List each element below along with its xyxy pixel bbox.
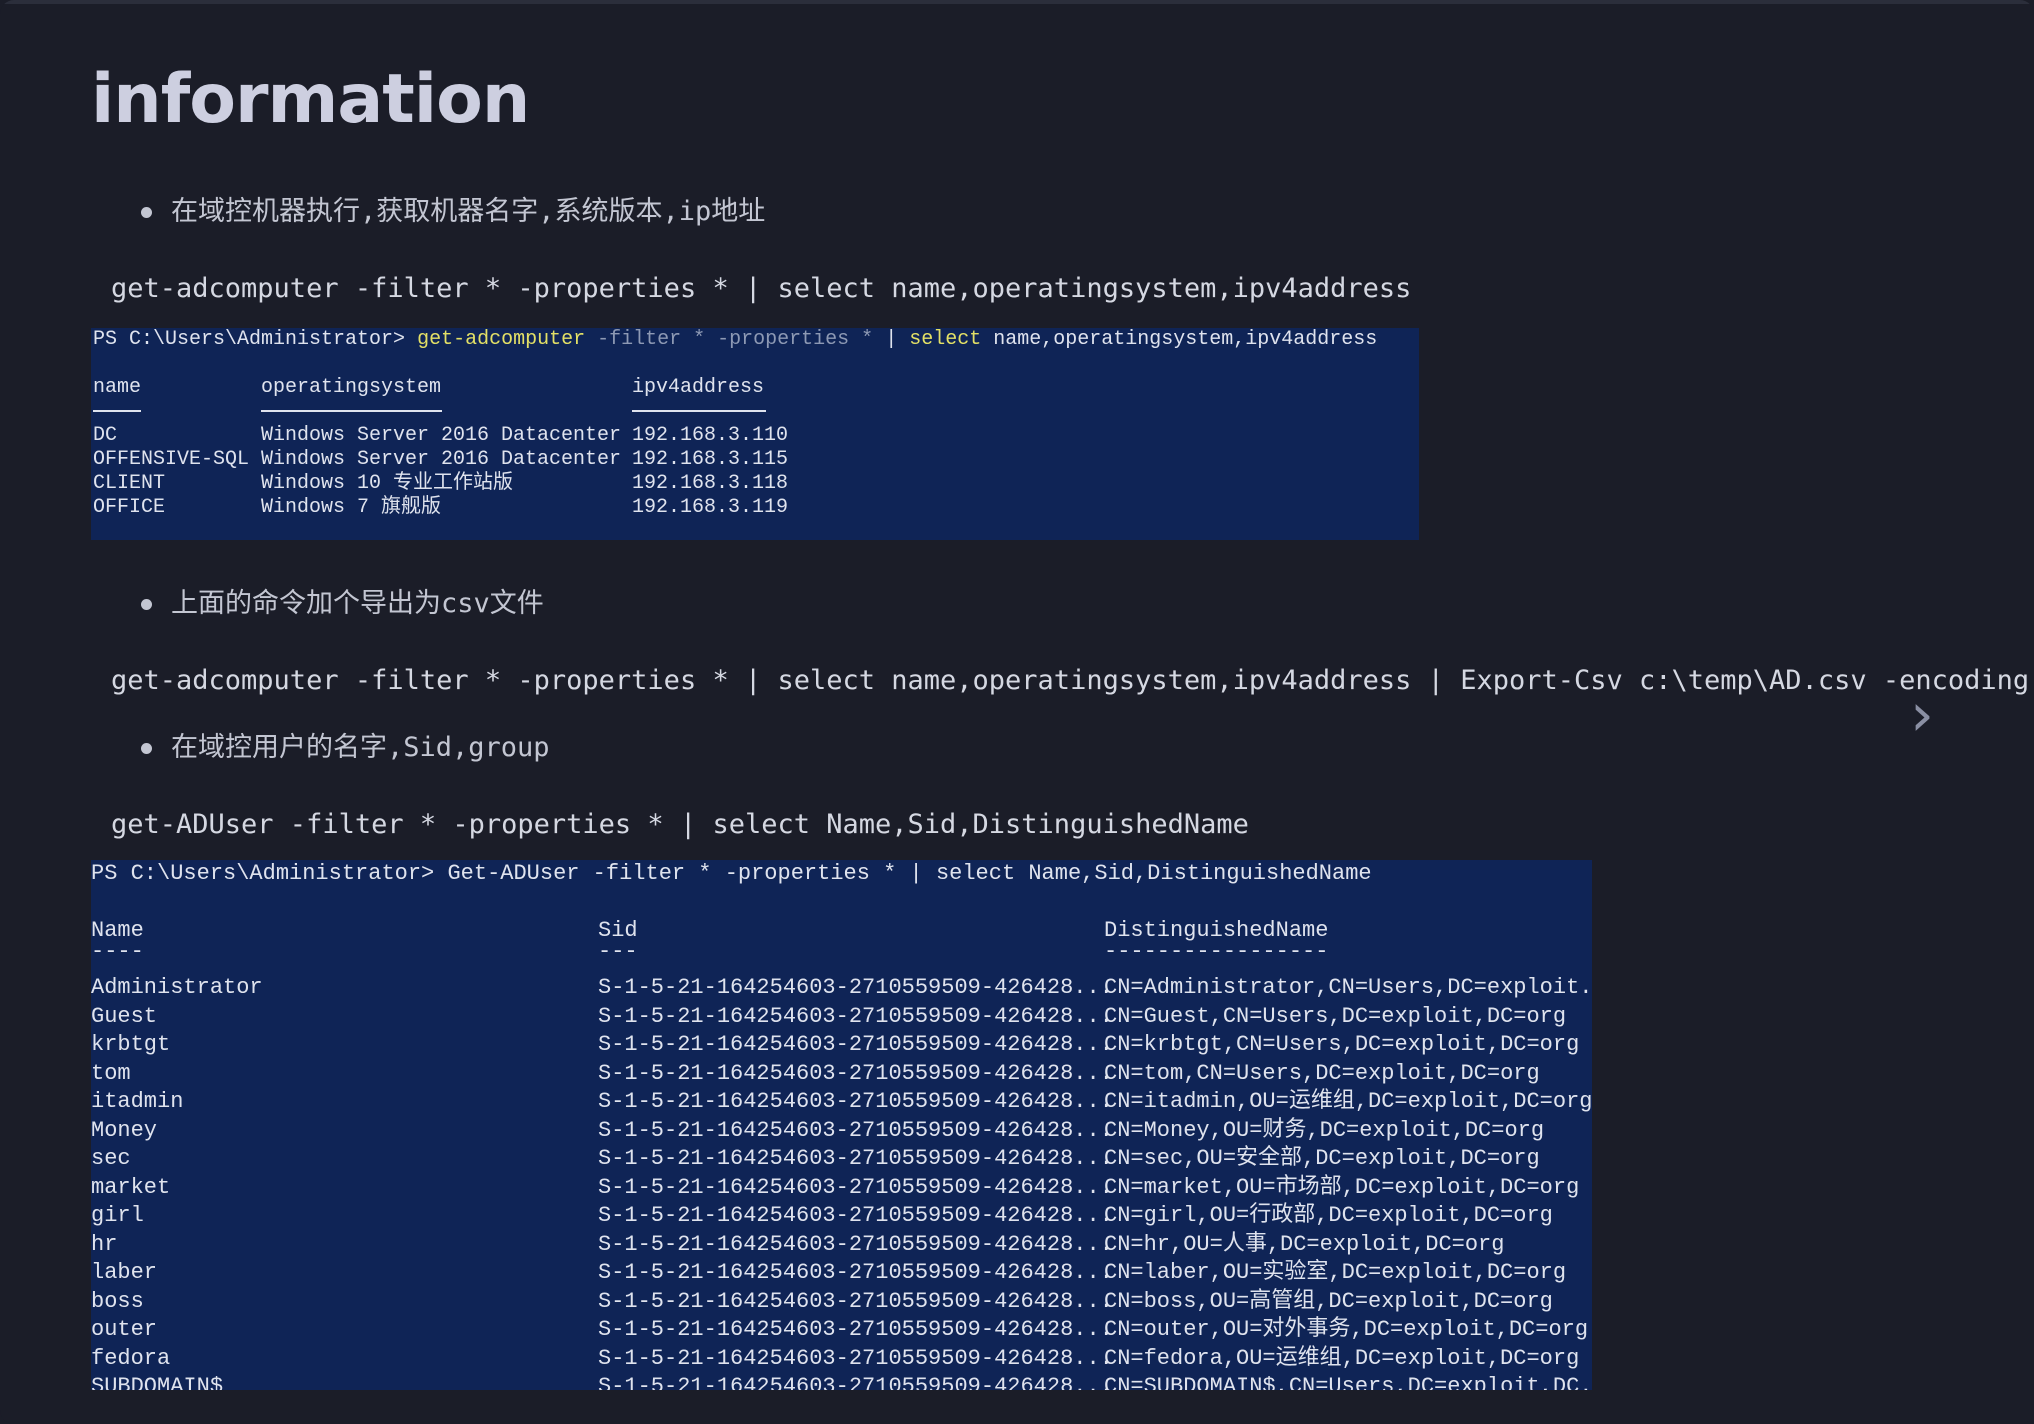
chevron-right-icon[interactable]: ›	[1910, 685, 1960, 745]
column-header-os: operatingsystem	[261, 376, 442, 399]
terminal-screenshot-users: PS C:\Users\Administrator> Get-ADUser -f…	[91, 860, 1592, 1390]
terminal-prompt-line: PS C:\Users\Administrator> Get-ADUser -f…	[91, 861, 1372, 886]
cell-dn: CN=market,OU=市场部,DC=exploit,DC=org	[1104, 1174, 1580, 1200]
cell-name: outer	[91, 1317, 158, 1342]
cell-name: market	[91, 1174, 171, 1200]
cell-dn: CN=boss,OU=高管组,DC=exploit,DC=org	[1104, 1288, 1553, 1314]
cell-sid: S-1-5-21-164254603-2710559509-426428...	[598, 1060, 1113, 1086]
cell-dn: CN=fedora,OU=运维组,DC=exploit,DC=org	[1104, 1345, 1580, 1371]
page-title: information	[91, 60, 530, 139]
bullet-list-1: 在域控机器执行,获取机器名字,系统版本,ip地址	[91, 190, 1991, 234]
cell-os: Windows Server 2016 Datacenter	[261, 424, 622, 447]
cell-dn: CN=Administrator,CN=Users,DC=exploit...	[1104, 975, 1592, 1000]
cell-name: SUBDOMAIN$	[91, 1374, 224, 1390]
header-dashes: ----	[91, 939, 144, 964]
bullet-text: 在域控用户的名字,Sid,group	[171, 732, 550, 763]
cell-name: itadmin	[91, 1089, 184, 1114]
header-underline	[632, 410, 766, 412]
bullet-list-3: 在域控用户的名字,Sid,group	[91, 726, 1991, 770]
top-border	[0, 0, 2034, 4]
cell-sid: S-1-5-21-164254603-2710559509-426428...	[598, 1203, 1113, 1228]
slide-window: information 在域控机器执行,获取机器名字,系统版本,ip地址 get…	[0, 0, 2034, 1424]
header-dashes: -----------------	[1104, 939, 1329, 964]
terminal-pipe: |	[885, 328, 898, 351]
cell-sid: S-1-5-21-164254603-2710559509-426428...	[598, 1003, 1113, 1029]
cell-name: laber	[91, 1260, 158, 1285]
cell-ip: 192.168.3.110	[632, 424, 789, 447]
bullet-dot	[141, 599, 152, 610]
list-item: 在域控用户的名字,Sid,group	[91, 726, 1991, 770]
cell-name: OFFICE	[93, 496, 166, 519]
cell-dn: CN=laber,OU=实验室,DC=exploit,DC=org	[1104, 1260, 1567, 1285]
bullet-list-2: 上面的命令加个导出为csv文件	[91, 582, 1991, 626]
cell-sid: S-1-5-21-164254603-2710559509-426428...	[598, 1174, 1113, 1200]
bullet-text: 在域控机器执行,获取机器名字,系统版本,ip地址	[171, 196, 766, 227]
cell-name: OFFENSIVE-SQL	[93, 448, 250, 471]
terminal-fields: name,operatingsystem,ipv4address	[993, 328, 1378, 351]
cell-sid: S-1-5-21-164254603-2710559509-426428...	[598, 1288, 1113, 1314]
bullet-text: 上面的命令加个导出为csv文件	[171, 588, 544, 619]
cell-sid: S-1-5-21-164254603-2710559509-426428...	[598, 1117, 1113, 1143]
cell-ip: 192.168.3.115	[632, 448, 789, 471]
cell-name: boss	[91, 1288, 144, 1314]
terminal-prompt: PS C:\Users\Administrator>	[93, 328, 406, 351]
cell-name: Money	[91, 1117, 158, 1143]
cell-name: tom	[91, 1060, 131, 1086]
cell-os: Windows 10 专业工作站版	[261, 472, 514, 495]
column-header-ip: ipv4address	[632, 376, 765, 399]
cell-sid: S-1-5-21-164254603-2710559509-426428...	[598, 1317, 1113, 1342]
list-item: 在域控机器执行,获取机器名字,系统版本,ip地址	[91, 190, 1991, 234]
cell-sid: S-1-5-21-164254603-2710559509-426428...	[598, 1146, 1113, 1171]
cell-dn: CN=hr,OU=人事,DC=exploit,DC=org	[1104, 1231, 1505, 1257]
bullet-dot	[141, 743, 152, 754]
code-line: get-adcomputer -filter * -properties * |…	[111, 273, 1412, 304]
cell-ip: 192.168.3.119	[632, 496, 789, 519]
header-dashes: ---	[598, 939, 638, 964]
cell-sid: S-1-5-21-164254603-2710559509-426428...	[598, 1231, 1113, 1257]
terminal-cmd: get-adcomputer	[417, 328, 586, 351]
cell-dn: CN=tom,CN=Users,DC=exploit,DC=org	[1104, 1060, 1540, 1086]
cell-name: Guest	[91, 1003, 158, 1029]
terminal-prompt-line: PS C:\Users\Administrator> get-adcompute…	[93, 328, 1377, 352]
header-underline	[261, 410, 442, 412]
bullet-dot	[141, 207, 152, 218]
header-underline	[93, 410, 141, 412]
cell-sid: S-1-5-21-164254603-2710559509-426428...	[598, 1260, 1113, 1285]
cell-name: krbtgt	[91, 1032, 171, 1057]
code-line: get-adcomputer -filter * -properties * |…	[111, 665, 2034, 696]
cell-sid: S-1-5-21-164254603-2710559509-426428...	[598, 1089, 1113, 1114]
cell-os: Windows 7 旗舰版	[261, 496, 442, 519]
cell-ip: 192.168.3.118	[632, 472, 789, 495]
terminal-args: -filter * -properties *	[597, 328, 874, 351]
cell-os: Windows Server 2016 Datacenter	[261, 448, 622, 471]
cell-sid: S-1-5-21-164254603-2710559509-426428...	[598, 975, 1113, 1000]
cell-name: hr	[91, 1231, 118, 1257]
cell-sid: S-1-5-21-164254603-2710559509-426428...	[598, 1374, 1113, 1390]
cell-name: CLIENT	[93, 472, 166, 495]
terminal-screenshot-computers: PS C:\Users\Administrator> get-adcompute…	[91, 328, 1419, 540]
cell-name: sec	[91, 1146, 131, 1171]
cell-dn: CN=Money,OU=财务,DC=exploit,DC=org	[1104, 1117, 1545, 1143]
cell-name: DC	[93, 424, 118, 447]
cell-dn: CN=SUBDOMAIN$,CN=Users,DC=exploit,DC...	[1104, 1374, 1592, 1390]
cell-dn: CN=krbtgt,CN=Users,DC=exploit,DC=org	[1104, 1032, 1580, 1057]
cell-name: Administrator	[91, 975, 263, 1000]
cell-dn: CN=Guest,CN=Users,DC=exploit,DC=org	[1104, 1003, 1567, 1029]
slide-content: information 在域控机器执行,获取机器名字,系统版本,ip地址 get…	[91, 40, 2034, 1390]
column-header-name: name	[93, 376, 142, 399]
cell-name: girl	[91, 1203, 144, 1228]
cell-sid: S-1-5-21-164254603-2710559509-426428...	[598, 1345, 1113, 1371]
code-line: get-ADUser -filter * -properties * | sel…	[111, 809, 1249, 840]
cell-dn: CN=sec,OU=安全部,DC=exploit,DC=org	[1104, 1146, 1540, 1171]
list-item: 上面的命令加个导出为csv文件	[91, 582, 1991, 626]
cell-dn: CN=itadmin,OU=运维组,DC=exploit,DC=org	[1104, 1089, 1592, 1114]
cell-sid: S-1-5-21-164254603-2710559509-426428...	[598, 1032, 1113, 1057]
cell-dn: CN=outer,OU=对外事务,DC=exploit,DC=org	[1104, 1317, 1589, 1342]
terminal-select: select	[909, 328, 982, 351]
cell-dn: CN=girl,OU=行政部,DC=exploit,DC=org	[1104, 1203, 1553, 1228]
cell-name: fedora	[91, 1345, 171, 1371]
